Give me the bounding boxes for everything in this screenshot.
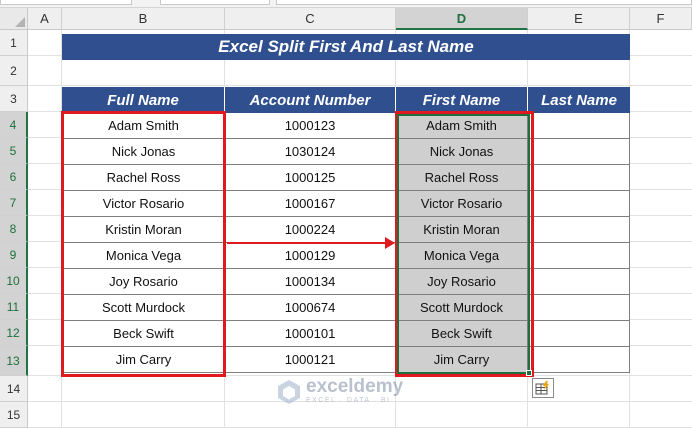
row-header-4[interactable]: 4	[0, 112, 28, 138]
cell-full-name[interactable]: Adam Smith	[62, 113, 225, 139]
cell-last-name[interactable]	[528, 347, 630, 373]
column-header-c[interactable]: C	[225, 8, 396, 30]
cell-account-number[interactable]: 1000129	[225, 243, 396, 269]
row-header-13[interactable]: 13	[0, 346, 28, 376]
cell-account-number[interactable]: 1030124	[225, 139, 396, 165]
cell-account-number[interactable]: 1000125	[225, 165, 396, 191]
cell-full-name[interactable]: Scott Murdock	[62, 295, 225, 321]
cell-last-name[interactable]	[528, 243, 630, 269]
row-header-2[interactable]: 2	[0, 56, 28, 86]
row-header-3[interactable]: 3	[0, 86, 28, 112]
watermark-tagline: EXCEL · DATA · BI	[306, 397, 391, 404]
cell-last-name[interactable]	[528, 269, 630, 295]
header-last-name[interactable]: Last Name	[528, 87, 630, 113]
cell-last-name[interactable]	[528, 217, 630, 243]
cell-first-name[interactable]: Joy Rosario	[396, 269, 528, 295]
cell-full-name[interactable]: Beck Swift	[62, 321, 225, 347]
watermark: exceldemy EXCEL · DATA · BI	[276, 376, 404, 405]
cell-full-name[interactable]: Rachel Ross	[62, 165, 225, 191]
row-header-6[interactable]: 6	[0, 164, 28, 190]
flash-fill-icon	[535, 381, 549, 395]
formula-bar-edge	[0, 0, 692, 8]
cell-full-name[interactable]: Kristin Moran	[62, 217, 225, 243]
cell-first-name[interactable]: Rachel Ross	[396, 165, 528, 191]
cell-last-name[interactable]	[528, 165, 630, 191]
cell-first-name[interactable]: Victor Rosario	[396, 191, 528, 217]
column-header-f[interactable]: F	[630, 8, 692, 30]
row-header-5[interactable]: 5	[0, 138, 28, 164]
select-all-button[interactable]	[0, 8, 28, 30]
cell-first-name[interactable]: Jim Carry	[396, 347, 528, 373]
cell-account-number[interactable]: 1000224	[225, 217, 396, 243]
cell-first-name[interactable]: Beck Swift	[396, 321, 528, 347]
cell-full-name[interactable]: Monica Vega	[62, 243, 225, 269]
name-box[interactable]	[0, 0, 132, 5]
column-header-a[interactable]: A	[28, 8, 62, 30]
row-header-1[interactable]: 1	[0, 30, 28, 56]
cell-account-number[interactable]: 1000123	[225, 113, 396, 139]
cell-account-number[interactable]: 1000167	[225, 191, 396, 217]
formula-bar-controls[interactable]	[160, 0, 270, 5]
arrow-right-icon	[385, 237, 395, 249]
cell-full-name[interactable]: Jim Carry	[62, 347, 225, 373]
cell-first-name[interactable]: Kristin Moran	[396, 217, 528, 243]
cell-full-name[interactable]: Victor Rosario	[62, 191, 225, 217]
row-header-9[interactable]: 9	[0, 242, 28, 268]
exceldemy-logo-icon	[278, 379, 300, 404]
cell-last-name[interactable]	[528, 113, 630, 139]
cell-first-name[interactable]: Scott Murdock	[396, 295, 528, 321]
cell-full-name[interactable]: Joy Rosario	[62, 269, 225, 295]
cell-account-number[interactable]: 1000674	[225, 295, 396, 321]
header-account-number[interactable]: Account Number	[225, 87, 396, 113]
column-header-d[interactable]: D	[396, 8, 528, 30]
cell-full-name[interactable]: Nick Jonas	[62, 139, 225, 165]
row-header-15[interactable]: 15	[0, 402, 28, 428]
cell-last-name[interactable]	[528, 139, 630, 165]
header-full-name[interactable]: Full Name	[62, 87, 225, 113]
cell-last-name[interactable]	[528, 191, 630, 217]
cell-account-number[interactable]: 1000121	[225, 347, 396, 373]
cell-last-name[interactable]	[528, 321, 630, 347]
watermark-name: exceldemy	[306, 376, 404, 397]
cell-first-name[interactable]: Nick Jonas	[396, 139, 528, 165]
header-first-name[interactable]: First Name	[396, 87, 528, 113]
row-header-14[interactable]: 14	[0, 376, 28, 402]
cell-first-name[interactable]: Adam Smith	[396, 113, 528, 139]
arrow-line	[227, 242, 385, 244]
row-header-11[interactable]: 11	[0, 294, 28, 320]
cell-account-number[interactable]: 1000134	[225, 269, 396, 295]
sheet-title: Excel Split First And Last Name	[62, 34, 630, 60]
column-header-e[interactable]: E	[528, 8, 630, 30]
cell-account-number[interactable]: 1000101	[225, 321, 396, 347]
row-header-8[interactable]: 8	[0, 216, 28, 242]
row-header-12[interactable]: 12	[0, 320, 28, 346]
column-header-b[interactable]: B	[62, 8, 225, 30]
row-header-7[interactable]: 7	[0, 190, 28, 216]
flash-fill-options-button[interactable]	[532, 378, 554, 398]
row-header-10[interactable]: 10	[0, 268, 28, 294]
formula-input[interactable]	[276, 0, 692, 5]
cell-first-name[interactable]: Monica Vega	[396, 243, 528, 269]
fill-handle[interactable]	[526, 370, 532, 376]
cell-last-name[interactable]	[528, 295, 630, 321]
